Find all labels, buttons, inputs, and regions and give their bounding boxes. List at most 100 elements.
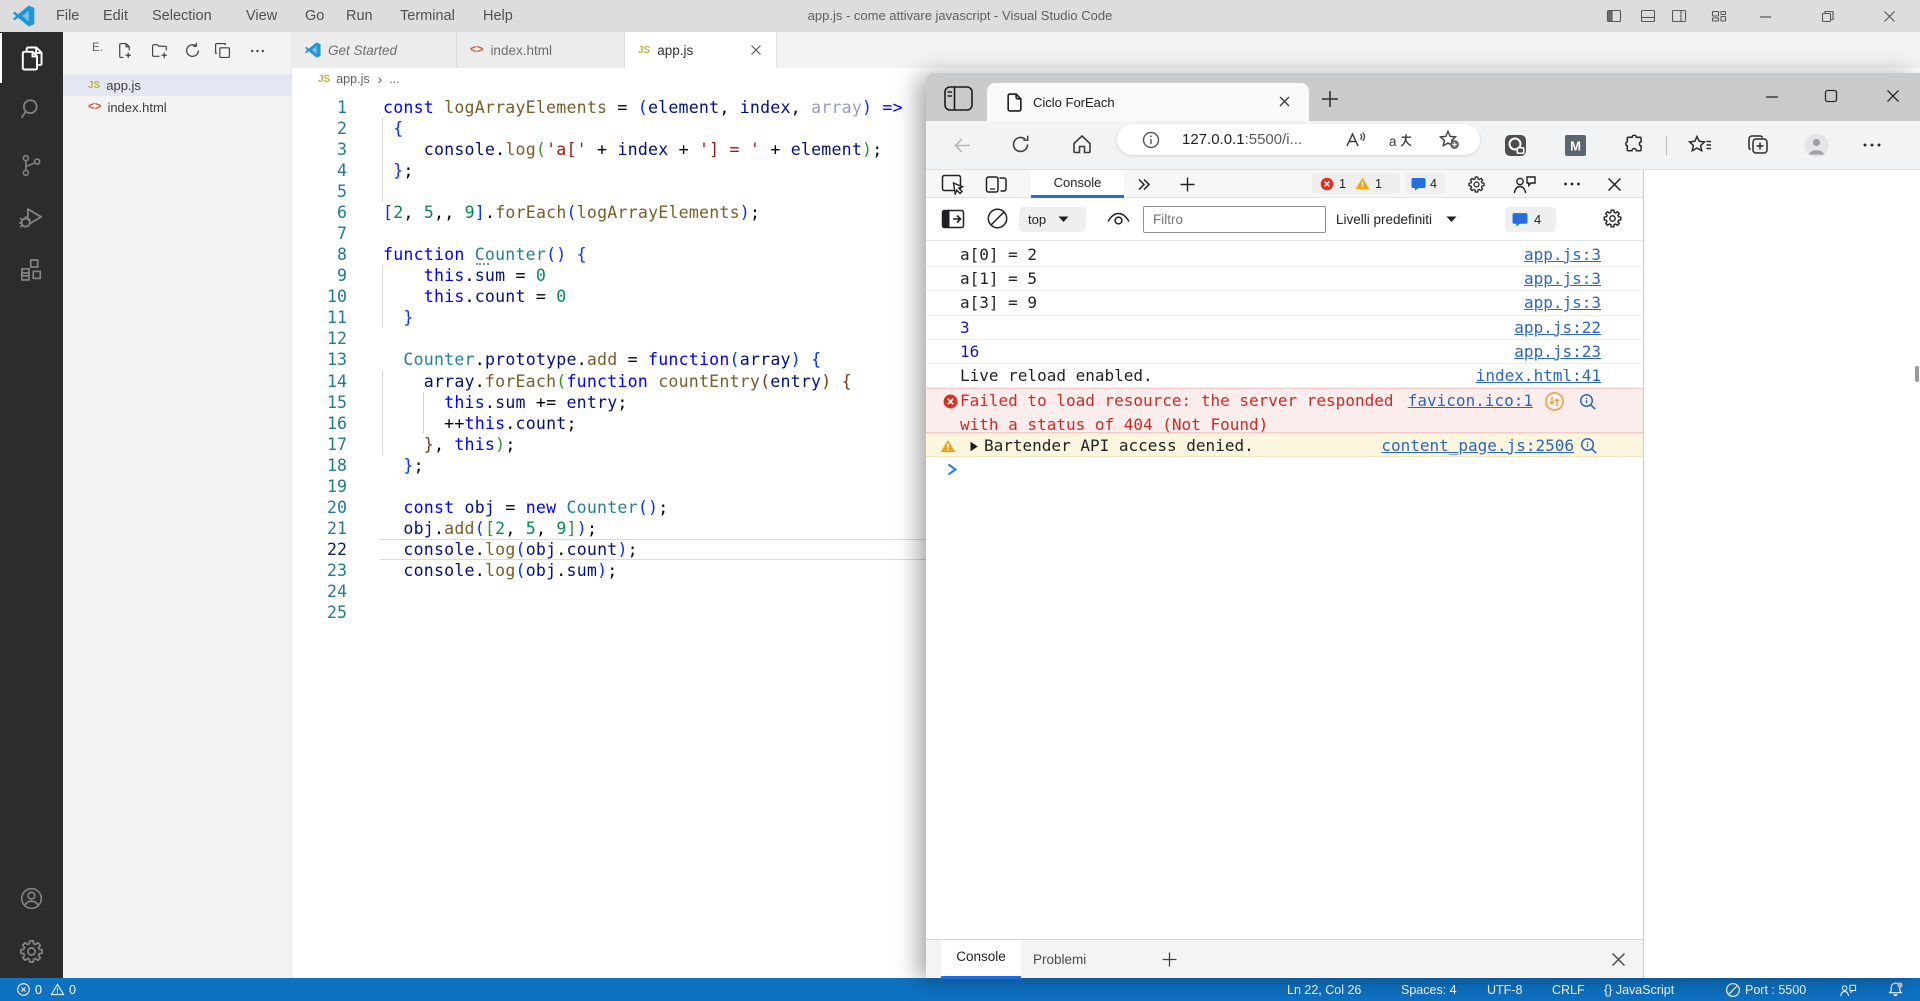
expand-triangle-icon[interactable] <box>969 441 979 452</box>
translate-icon[interactable]: a <box>1389 131 1413 150</box>
extension-c-icon[interactable] <box>1504 134 1527 157</box>
new-folder-icon[interactable] <box>151 42 169 59</box>
editor-tab-index.html[interactable]: <> index.html <box>457 32 625 68</box>
source-link[interactable]: app.js:3 <box>1524 267 1601 291</box>
edge-close-button[interactable] <box>1884 87 1902 105</box>
editor-tab-app.js[interactable]: JS app.js <box>625 32 777 68</box>
minimize-button[interactable] <box>1747 0 1783 32</box>
back-icon[interactable] <box>952 135 973 156</box>
activitybar-explorer[interactable] <box>0 33 63 83</box>
devtools-tab-console[interactable]: Console <box>1031 170 1124 198</box>
search-similar-icon[interactable] <box>1579 393 1597 411</box>
edge-settings-more-icon[interactable] <box>1862 139 1882 151</box>
vscode-titlebar: File Edit Selection View Go Run Terminal Help a… <box>0 0 1920 32</box>
devtools-more-icon[interactable] <box>1563 181 1581 187</box>
console-row-log: Live reload enabled. index.html:41 <box>926 364 1643 389</box>
html-file-icon: <> <box>470 44 484 56</box>
activitybar-accounts[interactable] <box>0 873 63 923</box>
activitybar-extensions[interactable] <box>0 245 63 295</box>
restore-button[interactable] <box>1809 0 1845 32</box>
source-link[interactable]: app.js:22 <box>1514 316 1601 340</box>
toggle-secondary-sidebar-icon[interactable] <box>1661 0 1697 32</box>
drawer-tab-problems[interactable]: Problemi <box>1033 940 1086 979</box>
status-ln-22-col-26[interactable]: Ln 22, Col 26 <box>1287 978 1361 1001</box>
search-similar-icon[interactable] <box>1580 437 1598 455</box>
refresh-icon[interactable] <box>1010 134 1031 155</box>
explorer-more-actions-icon[interactable] <box>249 42 266 59</box>
activitybar-source-control[interactable] <box>0 140 63 190</box>
page-scrollbar-thumb[interactable] <box>1915 366 1919 382</box>
status--javascript[interactable]: {} JavaScript <box>1604 978 1674 1001</box>
toggle-sidebar-icon[interactable] <box>1596 0 1632 32</box>
messages-counter[interactable]: 4 <box>1405 173 1445 194</box>
extension-m-icon[interactable]: M <box>1564 134 1587 157</box>
devtools-settings-icon[interactable] <box>1467 175 1486 194</box>
console-messages-badge[interactable]: 4 <box>1505 207 1556 232</box>
edge-minimize-button[interactable] <box>1763 88 1781 106</box>
source-link[interactable]: app.js:3 <box>1524 243 1601 267</box>
status-port-5500[interactable]: Port : 5500 <box>1725 978 1806 1001</box>
issues-counter[interactable]: 1 1 <box>1312 173 1400 194</box>
console-filter-input[interactable] <box>1143 206 1326 233</box>
console-row-prompt[interactable] <box>926 457 1643 482</box>
open-network-request-icon[interactable] <box>1545 392 1564 412</box>
devtools-feedback-icon[interactable] <box>1512 175 1537 194</box>
profile-avatar[interactable] <box>1804 133 1829 158</box>
clear-console-icon[interactable] <box>986 207 1009 230</box>
refresh-explorer-icon[interactable] <box>184 42 201 59</box>
file-item-index.html[interactable]: <> index.html <box>63 96 292 118</box>
activitybar-settings[interactable] <box>0 926 63 976</box>
site-info-icon[interactable] <box>1141 130 1161 150</box>
add-devtools-tab-icon[interactable] <box>1178 175 1197 194</box>
source-link[interactable]: content_page.js:2506 <box>1381 434 1574 458</box>
url-text[interactable]: 127.0.0.1:5500/i... <box>1182 131 1302 148</box>
source-link[interactable]: index.html:41 <box>1476 364 1601 388</box>
activitybar-search[interactable] <box>0 84 63 134</box>
drawer-close-icon[interactable] <box>1610 951 1627 968</box>
source-link[interactable]: app.js:23 <box>1514 340 1601 364</box>
console-settings-icon[interactable] <box>1602 208 1623 229</box>
collections-icon[interactable] <box>1746 133 1770 156</box>
extensions-puzzle-icon[interactable] <box>1623 133 1646 156</box>
browser-tab[interactable]: Ciclo ForEach <box>987 83 1309 121</box>
read-aloud-icon[interactable] <box>1344 130 1366 150</box>
devtools-close-icon[interactable] <box>1605 175 1624 194</box>
status-crlf[interactable]: CRLF <box>1552 978 1585 1001</box>
new-tab-icon[interactable] <box>1319 88 1341 110</box>
close-tab-icon[interactable] <box>749 43 763 57</box>
drawer-tab-console[interactable]: Console <box>941 940 1021 979</box>
browser-viewport[interactable] <box>1643 170 1920 978</box>
edge-maximize-button[interactable] <box>1822 87 1840 105</box>
live-expression-eye-icon[interactable] <box>1106 211 1131 228</box>
code-line-17: }, this); <box>423 434 516 454</box>
inspect-element-icon[interactable] <box>941 174 965 195</box>
problems-status[interactable]: 0 0 <box>16 978 76 1001</box>
add-favorite-icon[interactable] <box>1438 129 1460 150</box>
more-tabs-icon[interactable] <box>1135 176 1152 193</box>
address-bar[interactable]: 127.0.0.1:5500/i... a <box>1117 124 1480 155</box>
customize-layout-icon[interactable] <box>1701 0 1737 32</box>
favorites-icon[interactable] <box>1688 134 1712 156</box>
status-utf-8[interactable]: UTF-8 <box>1487 978 1522 1001</box>
tab-close-icon[interactable] <box>1277 94 1292 109</box>
vertical-tabs-icon[interactable] <box>944 86 973 111</box>
device-toolbar-icon[interactable] <box>984 174 1008 195</box>
source-link[interactable]: app.js:3 <box>1524 291 1601 315</box>
close-button[interactable] <box>1871 0 1907 32</box>
console-sidebar-icon[interactable] <box>941 209 965 229</box>
notifications-bell-icon[interactable] <box>1887 978 1904 1001</box>
context-selector[interactable]: top <box>1019 207 1086 232</box>
log-levels-selector[interactable]: Livelli predefiniti <box>1336 207 1457 232</box>
breadcrumb-rest[interactable]: ... <box>389 72 399 86</box>
editor-tab-get-started[interactable]: Get Started <box>292 32 457 68</box>
file-item-app.js[interactable]: JS app.js <box>63 74 292 96</box>
home-icon[interactable] <box>1071 133 1093 155</box>
activitybar-run-debug[interactable] <box>0 192 63 242</box>
drawer-add-icon[interactable] <box>1161 951 1178 968</box>
new-file-icon[interactable] <box>116 42 133 59</box>
collapse-folders-icon[interactable] <box>214 42 231 59</box>
live-share-icon[interactable] <box>1838 978 1857 1001</box>
breadcrumb-file[interactable]: app.js <box>336 72 369 86</box>
status-spaces-4[interactable]: Spaces: 4 <box>1401 978 1457 1001</box>
source-link[interactable]: favicon.ico:1 <box>1408 389 1533 413</box>
